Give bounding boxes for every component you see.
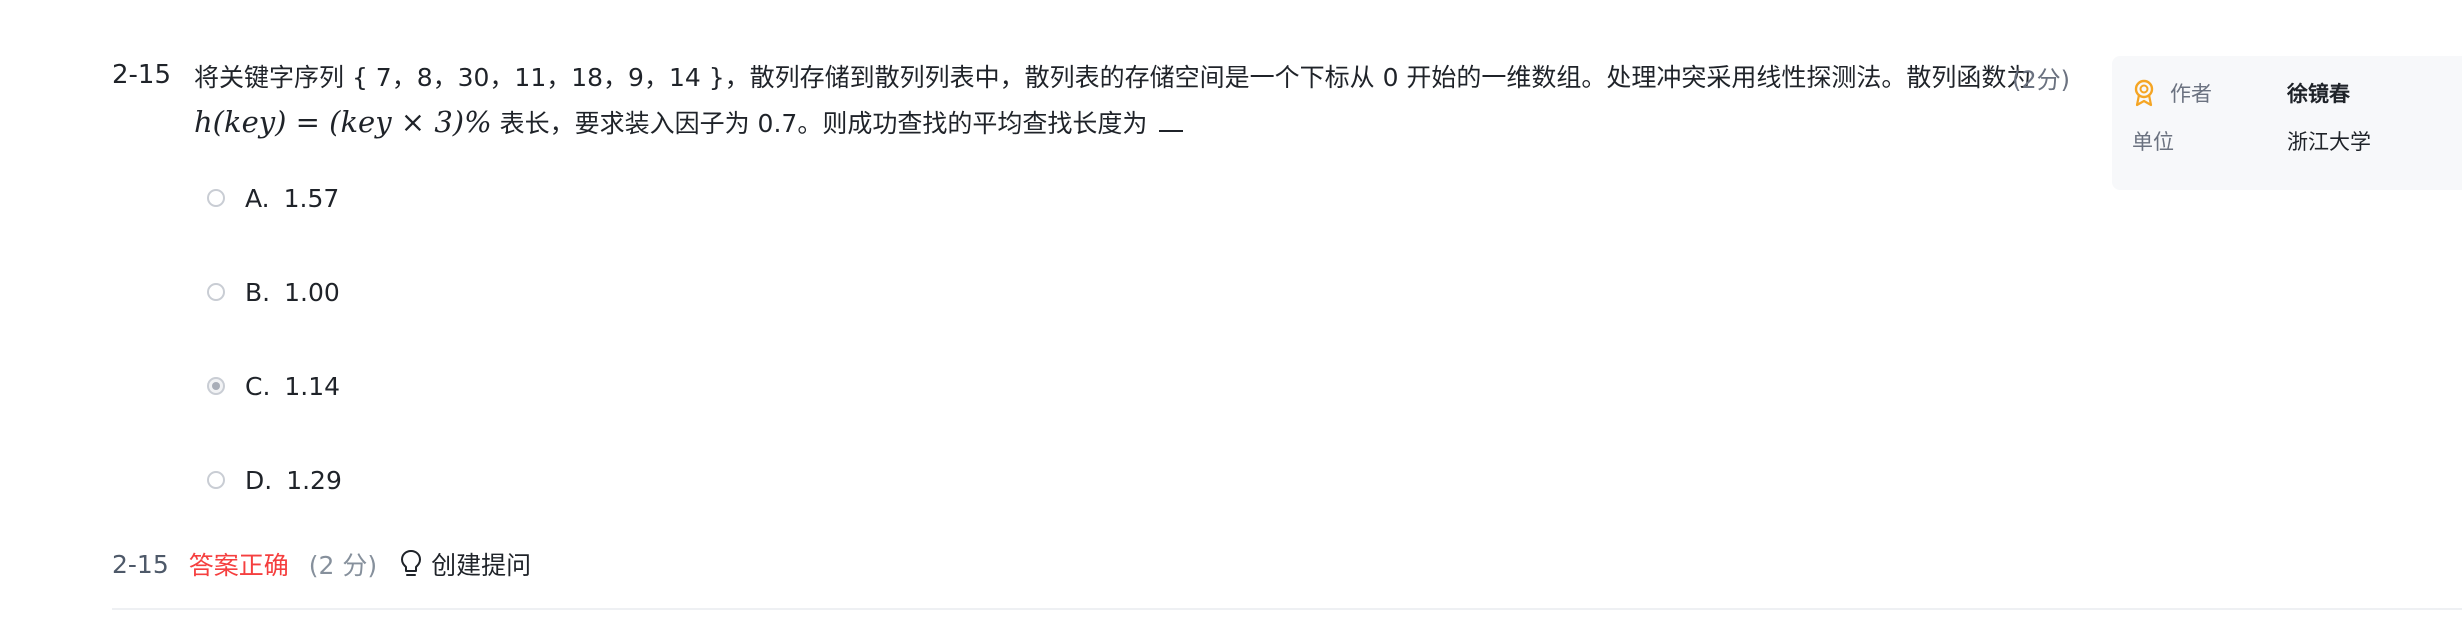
question-text: 将关键字序列 { 7，8，30，11，18，9，14 }，散列存储到散列列表中，…: [194, 56, 2084, 146]
radio-c[interactable]: [207, 377, 225, 395]
option-c[interactable]: C. 1.14: [207, 366, 607, 406]
answer-blank: [1159, 108, 1184, 132]
author-label: 作者: [2170, 82, 2212, 106]
unit-label: 单位: [2132, 130, 2174, 154]
option-text: 1.57: [283, 183, 340, 213]
result-bar: 2-15 答案正确 (2 分) 创建提问: [112, 540, 531, 588]
result-number: 2-15: [112, 549, 169, 579]
create-question-button[interactable]: 创建提问: [399, 546, 531, 582]
result-status: 答案正确: [188, 551, 289, 580]
question-text-part1: 将关键字序列 { 7，8，30，11，18，9，14 }，散列存储到散列列表中，…: [194, 63, 2032, 92]
exam-page: 2-15 将关键字序列 { 7，8，30，11，18，9，14 }，散列存储到散…: [0, 0, 2462, 642]
question-text-part2: 表长，要求装入因子为 0.7。则成功查找的平均查找长度为: [499, 109, 1148, 138]
unit-row: 单位 浙江大学: [2132, 126, 2371, 156]
option-text: 1.14: [284, 371, 341, 401]
lightbulb-icon: [401, 550, 422, 576]
create-question-label: 创建提问: [431, 551, 532, 580]
option-letter: C.: [245, 371, 271, 401]
author-name: 徐镜春: [2287, 82, 2350, 106]
option-a[interactable]: A. 1.57: [207, 178, 607, 218]
unit-name: 浙江大学: [2287, 130, 2371, 154]
author-row: 作者 徐镜春: [2132, 78, 2350, 108]
option-letter: D.: [245, 465, 273, 495]
option-letter: A.: [245, 183, 270, 213]
radio-a[interactable]: [207, 189, 225, 207]
divider: [112, 608, 2462, 610]
author-card: 作者 徐镜春 单位 浙江大学: [2112, 56, 2462, 190]
option-letter: B.: [245, 277, 271, 307]
question-score: (2分): [2012, 66, 2070, 94]
option-text: 1.29: [286, 465, 342, 495]
option-text: 1.00: [284, 277, 340, 307]
radio-b[interactable]: [207, 283, 225, 301]
option-b[interactable]: B. 1.00: [207, 272, 607, 312]
question-formula: h(key) = (key × 3)%: [194, 105, 492, 139]
radio-d[interactable]: [207, 471, 225, 489]
award-icon: [2134, 79, 2154, 107]
result-score: (2 分): [308, 551, 378, 580]
question-number: 2-15: [112, 60, 172, 90]
option-d[interactable]: D. 1.29: [207, 460, 607, 500]
